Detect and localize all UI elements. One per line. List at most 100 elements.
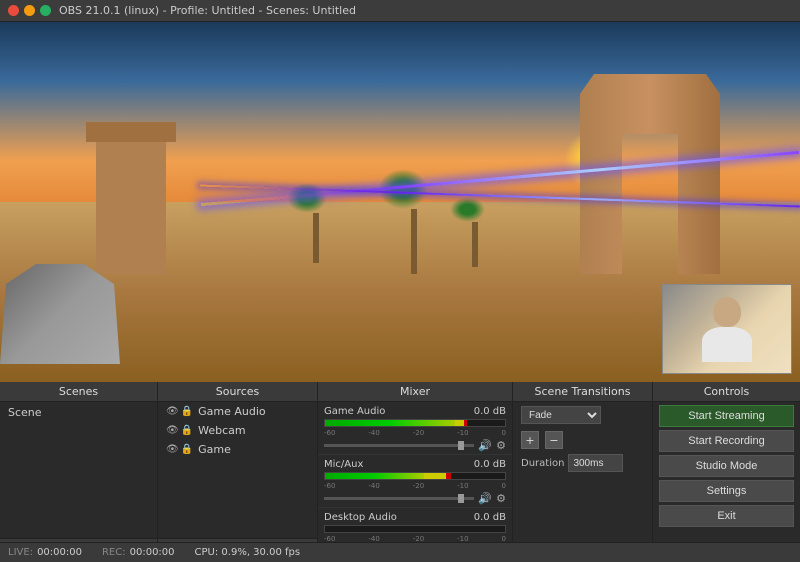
mixer-track-2-db: 0.0 dB: [474, 512, 506, 523]
gate-left: [96, 134, 166, 274]
bar-green-1: [325, 473, 424, 479]
mixer-settings-1[interactable]: ⚙: [496, 492, 506, 505]
mixer-track-1: Mic/Aux 0.0 dB -60-40-20-100: [318, 455, 512, 508]
mixer-controls-1: 🔊 ⚙: [324, 492, 506, 505]
mixer-track-2-bar: [324, 525, 506, 533]
mixer-controls-0: 🔊 ⚙: [324, 439, 506, 452]
mixer-track-1-header: Mic/Aux 0.0 dB: [324, 459, 506, 470]
mixer-track-1-name: Mic/Aux: [324, 459, 363, 470]
bottom-panels: Scenes Scene + − ∧ ∨ Sources 👁 🔒 Game Au…: [0, 382, 800, 562]
controls-panel: Controls Start Streaming Start Recording…: [653, 382, 800, 562]
transition-remove-button[interactable]: −: [545, 431, 563, 449]
mixer-track-0-header: Game Audio 0.0 dB: [324, 406, 506, 417]
sources-list: 👁 🔒 Game Audio 👁 🔒 Webcam 👁 🔒 Game: [158, 402, 317, 538]
close-button[interactable]: [8, 5, 19, 16]
start-streaming-button[interactable]: Start Streaming: [659, 405, 794, 427]
eye-icon-2: 👁: [166, 444, 179, 455]
window-controls: [8, 5, 51, 16]
scenes-list: Scene: [0, 402, 157, 538]
controls-content: Start Streaming Start Recording Studio M…: [653, 402, 800, 562]
mixer-markers-1: -60-40-20-100: [324, 482, 506, 490]
sources-panel: Sources 👁 🔒 Game Audio 👁 🔒 Webcam 👁: [158, 382, 318, 562]
start-recording-button[interactable]: Start Recording: [659, 430, 794, 452]
source-icons-1: 👁 🔒: [166, 425, 193, 436]
source-item-0[interactable]: 👁 🔒 Game Audio: [158, 402, 317, 421]
mixer-mute-0[interactable]: 🔊: [478, 439, 492, 452]
window-title: OBS 21.0.1 (linux) - Profile: Untitled -…: [59, 4, 356, 17]
duration-input[interactable]: [568, 454, 623, 472]
mixer-bar-0: [325, 420, 505, 426]
mixer-track-1-db: 0.0 dB: [474, 459, 506, 470]
mixer-volume-0[interactable]: [324, 444, 474, 447]
maximize-button[interactable]: [40, 5, 51, 16]
live-time: 00:00:00: [37, 547, 82, 558]
cpu-status: CPU: 0.9%, 30.00 fps: [195, 547, 301, 558]
rec-label: REC:: [102, 547, 126, 558]
rec-status: REC: 00:00:00: [102, 547, 175, 558]
duration-row: Duration: [513, 452, 652, 474]
transitions-content: Fade + − Duration: [513, 402, 652, 562]
mixer-header: Mixer: [318, 382, 512, 402]
eye-icon: 👁: [166, 406, 179, 417]
scenes-header: Scenes: [0, 382, 157, 402]
mixer-mute-1[interactable]: 🔊: [478, 492, 492, 505]
mixer-settings-0[interactable]: ⚙: [496, 439, 506, 452]
mixer-track-0-db: 0.0 dB: [474, 406, 506, 417]
mixer-bar-2: [325, 526, 505, 532]
duration-label: Duration: [521, 458, 564, 469]
source-item-1[interactable]: 👁 🔒 Webcam: [158, 421, 317, 440]
source-icons-0: 👁 🔒: [166, 406, 193, 417]
live-status: LIVE: 00:00:00: [8, 547, 82, 558]
person-head: [713, 297, 741, 327]
mixer-tracks: Game Audio 0.0 dB -60-40-20-100: [318, 402, 512, 562]
mixer-track-2-header: Desktop Audio 0.0 dB: [324, 512, 506, 523]
controls-header: Controls: [653, 382, 800, 402]
lock-icon-2: 🔒: [181, 444, 193, 455]
mixer-track-1-bar: [324, 472, 506, 480]
scenes-panel: Scenes Scene + − ∧ ∨: [0, 382, 158, 562]
mixer-track-2-name: Desktop Audio: [324, 512, 397, 523]
transition-type-row: Fade: [513, 402, 652, 428]
studio-mode-button[interactable]: Studio Mode: [659, 455, 794, 477]
sources-header: Sources: [158, 382, 317, 402]
mixer-track-0: Game Audio 0.0 dB -60-40-20-100: [318, 402, 512, 455]
eye-icon-1: 👁: [166, 425, 179, 436]
transition-add-row: + −: [513, 428, 652, 452]
settings-button[interactable]: Settings: [659, 480, 794, 502]
minimize-button[interactable]: [24, 5, 35, 16]
source-name-1: Webcam: [198, 424, 246, 437]
source-item-2[interactable]: 👁 🔒 Game: [158, 440, 317, 459]
bar-yellow-1: [424, 473, 446, 479]
mixer-track-0-name: Game Audio: [324, 406, 385, 417]
statusbar: LIVE: 00:00:00 REC: 00:00:00 CPU: 0.9%, …: [0, 542, 800, 562]
mixer-thumb-1: [458, 494, 464, 503]
mixer-volume-1[interactable]: [324, 497, 474, 500]
mixer-track-0-bar: [324, 419, 506, 427]
titlebar: OBS 21.0.1 (linux) - Profile: Untitled -…: [0, 0, 800, 22]
preview-area: [0, 22, 800, 382]
transitions-panel: Scene Transitions Fade + − Duration: [513, 382, 653, 562]
lock-icon-1: 🔒: [181, 425, 193, 436]
bar-yellow-0: [455, 420, 464, 426]
bar-red-1: [446, 473, 451, 479]
mixer-markers-0: -60-40-20-100: [324, 429, 506, 437]
lock-icon: 🔒: [181, 406, 193, 417]
scene-item[interactable]: Scene: [0, 402, 157, 423]
bar-red-0: [464, 420, 468, 426]
transitions-header: Scene Transitions: [513, 382, 652, 402]
cpu-label: CPU: 0.9%, 30.00 fps: [195, 547, 301, 558]
webcam-feed: [663, 285, 791, 373]
mixer-bar-1: [325, 473, 505, 479]
webcam-overlay: [662, 284, 792, 374]
source-name-0: Game Audio: [198, 405, 266, 418]
transition-type-select[interactable]: Fade: [521, 406, 601, 424]
transition-add-button[interactable]: +: [521, 431, 539, 449]
source-icons-2: 👁 🔒: [166, 444, 193, 455]
source-name-2: Game: [198, 443, 231, 456]
person-body: [702, 327, 752, 362]
mixer-thumb-0: [458, 441, 464, 450]
person: [702, 297, 752, 362]
exit-button[interactable]: Exit: [659, 505, 794, 527]
bar-green-0: [325, 420, 455, 426]
robot: [0, 264, 120, 364]
